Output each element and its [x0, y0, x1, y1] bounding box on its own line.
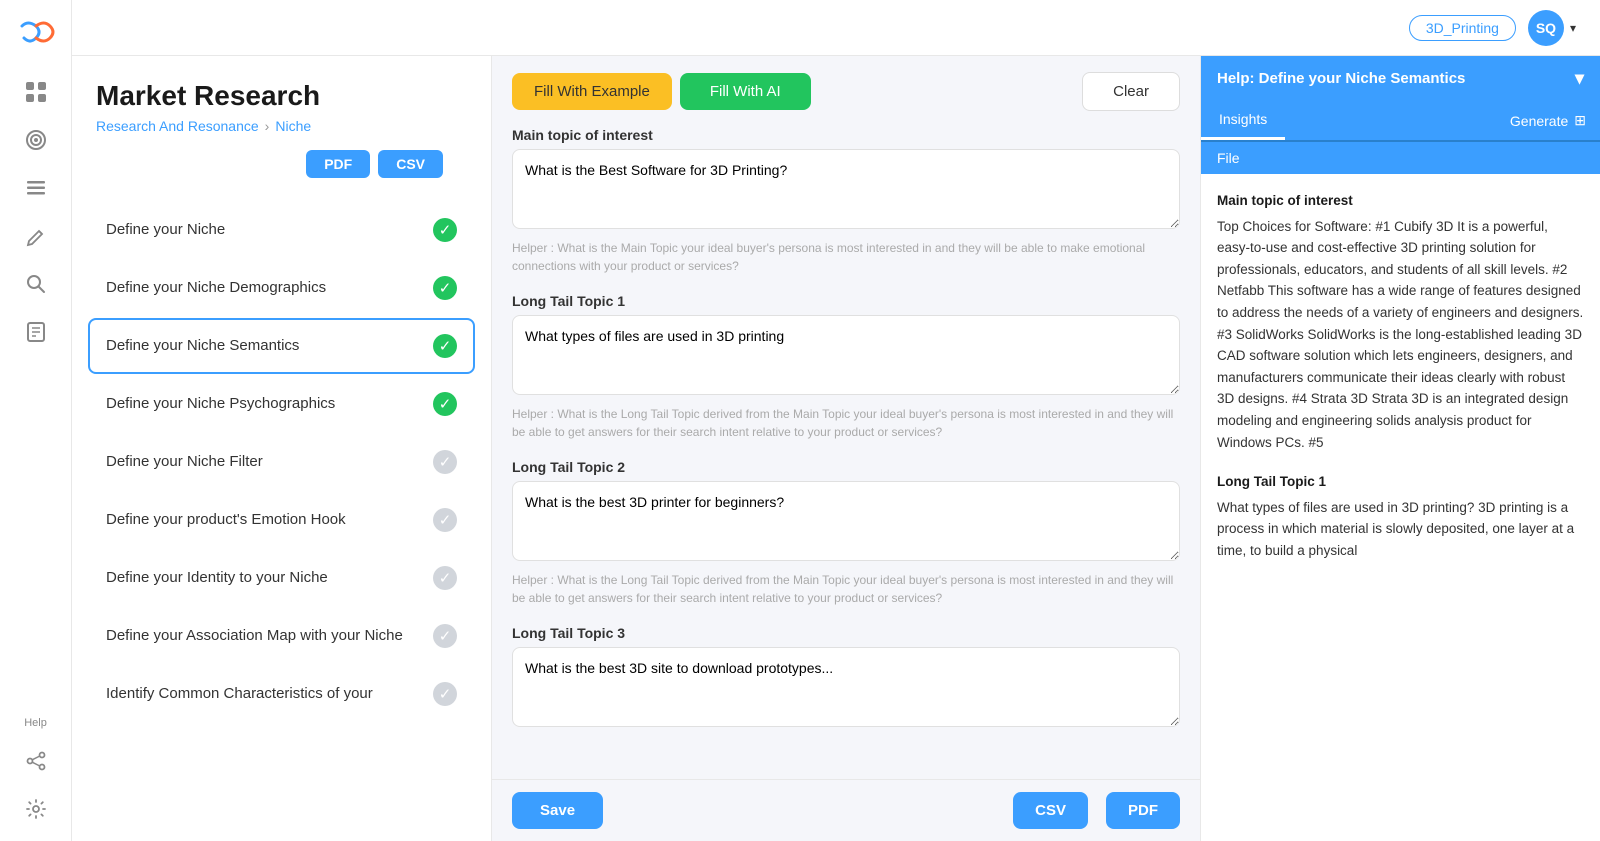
- long-tail-1-label: Long Tail Topic 1: [512, 293, 1180, 309]
- pdf-button-footer[interactable]: PDF: [1106, 792, 1180, 829]
- left-panel-header: Market Research Research And Resonance ›…: [72, 56, 491, 194]
- sidebar: Help: [0, 0, 72, 841]
- avatar[interactable]: SQ: [1528, 10, 1564, 46]
- main-topic-label: Main topic of interest: [512, 127, 1180, 143]
- long-tail-2-helper: Helper : What is the Long Tail Topic der…: [512, 571, 1180, 607]
- check-icon-gray: ✓: [433, 450, 457, 474]
- check-icon-gray: ✓: [433, 508, 457, 532]
- nav-item-label: Define your Niche Semantics: [106, 336, 425, 356]
- center-footer: Save CSV PDF: [492, 779, 1200, 841]
- generate-icon: ⊞: [1574, 112, 1586, 129]
- pdf-button-header[interactable]: PDF: [306, 150, 370, 178]
- sidebar-icon-search[interactable]: [16, 264, 56, 304]
- nav-item-label: Define your Niche: [106, 220, 425, 240]
- check-icon-gray: ✓: [433, 624, 457, 648]
- clear-button[interactable]: Clear: [1082, 72, 1180, 111]
- check-icon-gray: ✓: [433, 682, 457, 706]
- center-toolbar: Fill With Example Fill With AI Clear: [492, 56, 1200, 127]
- long-tail-1-group: Long Tail Topic 1 Helper : What is the L…: [512, 293, 1180, 441]
- check-icon-green: ✓: [433, 218, 457, 242]
- long-tail-2-group: Long Tail Topic 2 Helper : What is the L…: [512, 459, 1180, 607]
- insight-longtail-text: What types of files are used in 3D print…: [1217, 497, 1584, 562]
- nav-item-label: Identify Common Characteristics of your: [106, 684, 425, 704]
- main-area: 3D_Printing SQ ▾ Market Research Researc…: [72, 0, 1600, 841]
- check-icon-gray: ✓: [433, 566, 457, 590]
- generate-button[interactable]: Generate ⊞: [1496, 104, 1600, 137]
- nav-item-label: Define your Niche Demographics: [106, 278, 425, 298]
- insight-longtail-label: Long Tail Topic 1: [1217, 471, 1584, 493]
- save-button[interactable]: Save: [512, 792, 603, 829]
- long-tail-2-label: Long Tail Topic 2: [512, 459, 1180, 475]
- breadcrumb-separator: ›: [265, 118, 270, 134]
- tab-generate-label: Generate: [1510, 113, 1568, 129]
- topbar-chevron-icon[interactable]: ▾: [1570, 21, 1576, 35]
- insight-main-label: Main topic of interest: [1217, 190, 1584, 212]
- nav-item-semantics[interactable]: Define your Niche Semantics ✓: [88, 318, 475, 374]
- nav-item-label: Define your product's Emotion Hook: [106, 510, 425, 530]
- sidebar-icon-edit[interactable]: [16, 216, 56, 256]
- nav-item-define-niche[interactable]: Define your Niche ✓: [88, 202, 475, 258]
- sidebar-icon-target[interactable]: [16, 120, 56, 160]
- right-panel-content: Main topic of interest Top Choices for S…: [1201, 174, 1600, 841]
- insight-main-section: Main topic of interest Top Choices for S…: [1217, 190, 1584, 453]
- nav-item-filter[interactable]: Define your Niche Filter ✓: [88, 434, 475, 490]
- long-tail-1-textarea[interactable]: [512, 315, 1180, 395]
- breadcrumb-root[interactable]: Research And Resonance: [96, 118, 259, 134]
- fill-example-button[interactable]: Fill With Example: [512, 73, 672, 110]
- insight-longtail-section: Long Tail Topic 1 What types of files ar…: [1217, 471, 1584, 561]
- page-title: Market Research: [96, 80, 467, 112]
- breadcrumb: Research And Resonance › Niche: [96, 118, 467, 134]
- long-tail-2-textarea[interactable]: [512, 481, 1180, 561]
- fill-ai-button[interactable]: Fill With AI: [680, 73, 811, 110]
- main-topic-textarea[interactable]: [512, 149, 1180, 229]
- long-tail-3-textarea[interactable]: [512, 647, 1180, 727]
- insight-main-text: Top Choices for Software: #1 Cubify 3D I…: [1217, 216, 1584, 454]
- nav-item-identity[interactable]: Define your Identity to your Niche ✓: [88, 550, 475, 606]
- breadcrumb-current[interactable]: Niche: [275, 118, 311, 134]
- tab-insights[interactable]: Insights: [1201, 101, 1285, 140]
- nav-item-common-characteristics[interactable]: Identify Common Characteristics of your …: [88, 666, 475, 722]
- nav-item-emotion-hook[interactable]: Define your product's Emotion Hook ✓: [88, 492, 475, 548]
- long-tail-1-helper: Helper : What is the Long Tail Topic der…: [512, 405, 1180, 441]
- right-panel-chevron-icon[interactable]: ▾: [1575, 68, 1584, 89]
- main-topic-helper: Helper : What is the Main Topic your ide…: [512, 239, 1180, 275]
- long-tail-3-group: Long Tail Topic 3: [512, 625, 1180, 732]
- check-icon-green: ✓: [433, 392, 457, 416]
- sidebar-icon-settings[interactable]: [16, 789, 56, 829]
- nav-item-psychographics[interactable]: Define your Niche Psychographics ✓: [88, 376, 475, 432]
- nav-item-label: Define your Niche Filter: [106, 452, 425, 472]
- csv-button-header[interactable]: CSV: [378, 150, 443, 178]
- check-icon-green: ✓: [433, 334, 457, 358]
- app-logo[interactable]: [14, 12, 58, 56]
- main-topic-group: Main topic of interest Helper : What is …: [512, 127, 1180, 275]
- nav-list: Define your Niche ✓ Define your Niche De…: [72, 194, 491, 841]
- right-panel: Help: Define your Niche Semantics ▾ Insi…: [1200, 56, 1600, 841]
- check-icon-green: ✓: [433, 276, 457, 300]
- sidebar-help-label: Help: [24, 717, 47, 729]
- niche-badge[interactable]: 3D_Printing: [1409, 15, 1516, 41]
- nav-item-demographics[interactable]: Define your Niche Demographics ✓: [88, 260, 475, 316]
- nav-item-label: Define your Niche Psychographics: [106, 394, 425, 414]
- right-panel-tabs: Insights Generate ⊞: [1201, 101, 1600, 142]
- left-panel: Market Research Research And Resonance ›…: [72, 56, 492, 841]
- center-panel: Fill With Example Fill With AI Clear Mai…: [492, 56, 1200, 841]
- sidebar-icon-list[interactable]: [16, 168, 56, 208]
- pdf-csv-row: PDF CSV: [96, 142, 467, 186]
- sidebar-icon-dashboard[interactable]: [16, 72, 56, 112]
- nav-item-label: Define your Identity to your Niche: [106, 568, 425, 588]
- right-panel-title: Help: Define your Niche Semantics: [1217, 70, 1465, 87]
- nav-item-label: Define your Association Map with your Ni…: [106, 626, 425, 646]
- long-tail-3-label: Long Tail Topic 3: [512, 625, 1180, 641]
- content-row: Market Research Research And Resonance ›…: [72, 56, 1600, 841]
- file-bar[interactable]: File: [1201, 142, 1600, 174]
- right-panel-header: Help: Define your Niche Semantics ▾: [1201, 56, 1600, 101]
- sidebar-icon-notes[interactable]: [16, 312, 56, 352]
- nav-item-association-map[interactable]: Define your Association Map with your Ni…: [88, 608, 475, 664]
- sidebar-icon-share[interactable]: [16, 741, 56, 781]
- topbar: 3D_Printing SQ ▾: [72, 0, 1600, 56]
- center-content: Main topic of interest Helper : What is …: [492, 127, 1200, 779]
- csv-button-footer[interactable]: CSV: [1013, 792, 1088, 829]
